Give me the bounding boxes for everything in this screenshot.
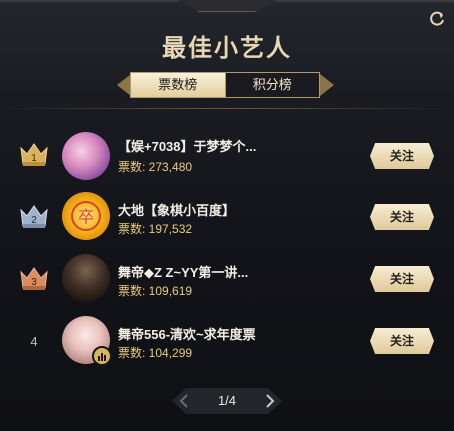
user-name[interactable]: 舞帝556-清欢~求年度票 [118,324,256,343]
list-item: 4 舞帝556-清欢~求年度票 票数: 104,299 关注 [0,310,454,370]
page-title: 最佳小艺人 [162,35,292,62]
user-name[interactable]: 【娱+7038】于梦梦个... [118,136,256,155]
vote-count: 票数: 104,299 [118,346,193,360]
crown-bronze-icon: 3 [18,264,50,292]
chevron-right-icon[interactable] [256,388,282,414]
vote-count: 票数: 273,480 [118,160,193,174]
follow-button[interactable]: 关注 [370,143,434,169]
avatar[interactable]: 卒 [62,192,110,240]
crown-silver-icon: 2 [18,202,50,230]
svg-text:1: 1 [31,153,37,164]
refresh-icon[interactable] [428,10,446,28]
avatar[interactable] [62,254,110,302]
follow-button[interactable]: 关注 [370,328,434,354]
list-item: 2 卒 大地【象棋小百度】 票数: 197,532 关注 [0,186,454,246]
live-badge-icon [92,346,112,366]
vote-count: 票数: 197,532 [118,222,193,236]
follow-button[interactable]: 关注 [370,266,434,292]
svg-text:2: 2 [31,215,37,226]
rank-number: 4 [30,334,38,349]
list-item: 3 舞帝◆Z Z~YY第一讲... 票数: 109,619 关注 [0,248,454,308]
user-name[interactable]: 舞帝◆Z Z~YY第一讲... [118,262,248,281]
user-name[interactable]: 大地【象棋小百度】 [118,200,235,219]
tab-points[interactable]: 积分榜 [225,72,320,98]
svg-text:卒: 卒 [78,207,94,226]
crown-gold-icon: 1 [18,140,50,168]
vote-count: 票数: 109,619 [118,284,193,298]
list-item: 1 【娱+7038】于梦梦个... 票数: 273,480 关注 [0,124,454,184]
follow-button[interactable]: 关注 [370,204,434,230]
tab-votes[interactable]: 票数榜 [130,72,226,98]
tab-bar: 票数榜 积分榜 [130,72,320,98]
divider [0,108,454,109]
avatar[interactable] [62,132,110,180]
svg-text:3: 3 [31,277,37,288]
